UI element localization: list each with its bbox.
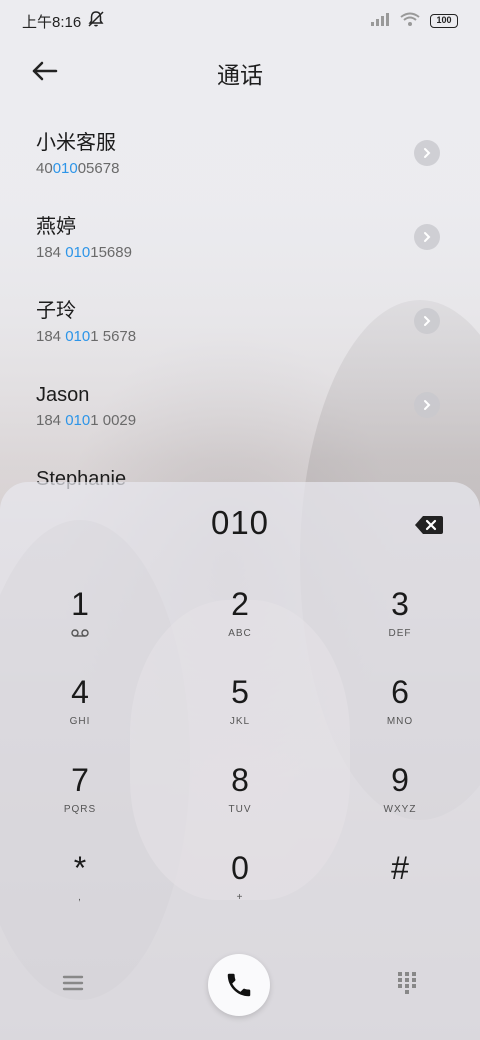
key-letters: DEF: [388, 628, 412, 639]
bell-off-icon: [87, 10, 105, 32]
wifi-icon: [400, 12, 420, 30]
key-digit: 0: [231, 850, 249, 886]
key-digit: 6: [391, 674, 409, 710]
key-digit: 5: [231, 674, 249, 710]
key-0[interactable]: 0 +: [160, 850, 320, 938]
dialer-panel: 010 1 2 ABC 3 DEF 4 GHI 5 JKL 6 MNO 7 PQ…: [0, 482, 480, 1040]
key-4[interactable]: 4 GHI: [0, 674, 160, 762]
key-letters: GHI: [69, 716, 91, 727]
key-digit: 4: [71, 674, 89, 710]
key-digit: *: [73, 850, 87, 886]
menu-button[interactable]: [60, 972, 86, 994]
key-letters: +: [236, 892, 244, 903]
key-digit: 9: [391, 762, 409, 798]
key-1[interactable]: 1: [0, 586, 160, 674]
key-letters: WXYZ: [383, 804, 417, 815]
phone-icon: [227, 973, 251, 997]
contact-item[interactable]: 燕婷 184 01015689: [0, 196, 480, 280]
chevron-right-icon[interactable]: [414, 140, 440, 166]
key-9[interactable]: 9 WXYZ: [320, 762, 480, 850]
keypad: 1 2 ABC 3 DEF 4 GHI 5 JKL 6 MNO 7 PQRS 8…: [0, 586, 480, 938]
key-letters: ,: [78, 892, 82, 903]
key-digit: 1: [71, 586, 89, 622]
key-8[interactable]: 8 TUV: [160, 762, 320, 850]
key-digit: #: [391, 850, 409, 886]
contact-number: 184 0101 5678: [36, 328, 137, 345]
contact-number: 184 01015689: [36, 244, 132, 261]
contact-number: 4001005678: [36, 160, 120, 177]
status-time: 上午8:16: [22, 13, 82, 31]
key-3[interactable]: 3 DEF: [320, 586, 480, 674]
contact-suggestions: 小米客服 4001005678 燕婷 184 01015689 子玲 184 0…: [0, 112, 480, 532]
backspace-button[interactable]: [414, 514, 444, 536]
chevron-right-icon[interactable]: [414, 224, 440, 250]
contact-number: 184 0101 0029: [36, 412, 137, 429]
voicemail-icon: [71, 628, 89, 640]
chevron-right-icon[interactable]: [414, 392, 440, 418]
key-digit: 3: [391, 586, 409, 622]
key-letters: PQRS: [63, 804, 97, 815]
key-5[interactable]: 5 JKL: [160, 674, 320, 762]
key-digit: 8: [231, 762, 249, 798]
key-letters: MNO: [386, 716, 414, 727]
contact-item[interactable]: 小米客服 4001005678: [0, 112, 480, 196]
keypad-toggle-button[interactable]: [396, 970, 418, 996]
battery-indicator: 100: [430, 14, 458, 28]
menu-icon: [62, 975, 84, 991]
key-hash[interactable]: #: [320, 850, 480, 938]
contact-item[interactable]: Jason 184 0101 0029: [0, 364, 480, 448]
call-button[interactable]: [208, 954, 270, 1016]
signal-icon: [370, 12, 390, 30]
dialer-bottom-bar: [0, 952, 480, 1016]
page-title: 通话: [217, 62, 263, 88]
key-digit: 2: [231, 586, 249, 622]
key-2[interactable]: 2 ABC: [160, 586, 320, 674]
status-bar: 上午8:16 100: [0, 0, 480, 42]
key-6[interactable]: 6 MNO: [320, 674, 480, 762]
chevron-right-icon[interactable]: [414, 308, 440, 334]
key-7[interactable]: 7 PQRS: [0, 762, 160, 850]
key-star[interactable]: * ,: [0, 850, 160, 938]
key-digit: 7: [71, 762, 89, 798]
header: 通话: [0, 48, 480, 94]
key-letters: JKL: [229, 716, 251, 727]
contact-item[interactable]: 子玲 184 0101 5678: [0, 280, 480, 364]
backspace-icon: [415, 516, 443, 534]
key-letters: TUV: [228, 804, 252, 815]
key-letters: ABC: [228, 628, 252, 639]
keypad-icon: [398, 972, 416, 994]
dialed-number: 010: [210, 504, 270, 541]
